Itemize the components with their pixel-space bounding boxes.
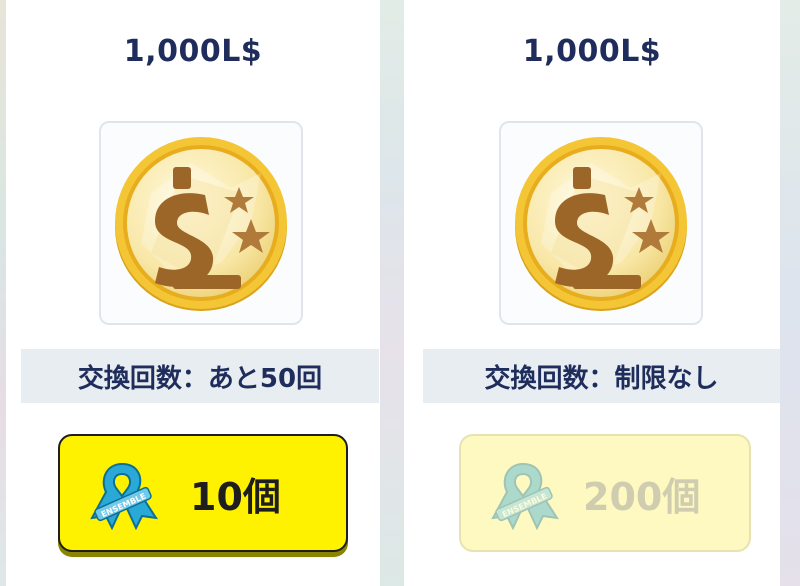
exchange-cost: 10個 xyxy=(190,474,281,519)
exchange-item-card: 1,000L$ 交換回数：あと50回 ENSEMBLE 10個 xyxy=(6,0,380,586)
exchange-count-label: 交換回数：あと50回 xyxy=(21,349,379,403)
item-icon-frame xyxy=(499,121,703,325)
ensemble-ribbon-icon: ENSEMBLE xyxy=(84,458,160,534)
exchange-count-label: 交換回数：制限なし xyxy=(423,349,780,403)
exchange-cost: 200個 xyxy=(583,474,701,519)
exchange-button[interactable]: ENSEMBLE 200個 xyxy=(459,434,751,552)
item-price: 1,000L$ xyxy=(522,34,662,69)
ensemble-ribbon-icon: ENSEMBLE xyxy=(485,458,561,534)
item-icon-frame xyxy=(99,121,303,325)
exchange-button[interactable]: ENSEMBLE 10個 xyxy=(58,434,348,552)
item-price: 1,000L$ xyxy=(123,34,263,69)
background-pattern-right xyxy=(780,0,800,586)
coin-dollar-icon xyxy=(515,137,687,311)
coin-dollar-icon xyxy=(115,137,287,311)
exchange-item-card: 1,000L$ 交換回数：制限なし ENSEMBLE 200個 xyxy=(404,0,780,586)
